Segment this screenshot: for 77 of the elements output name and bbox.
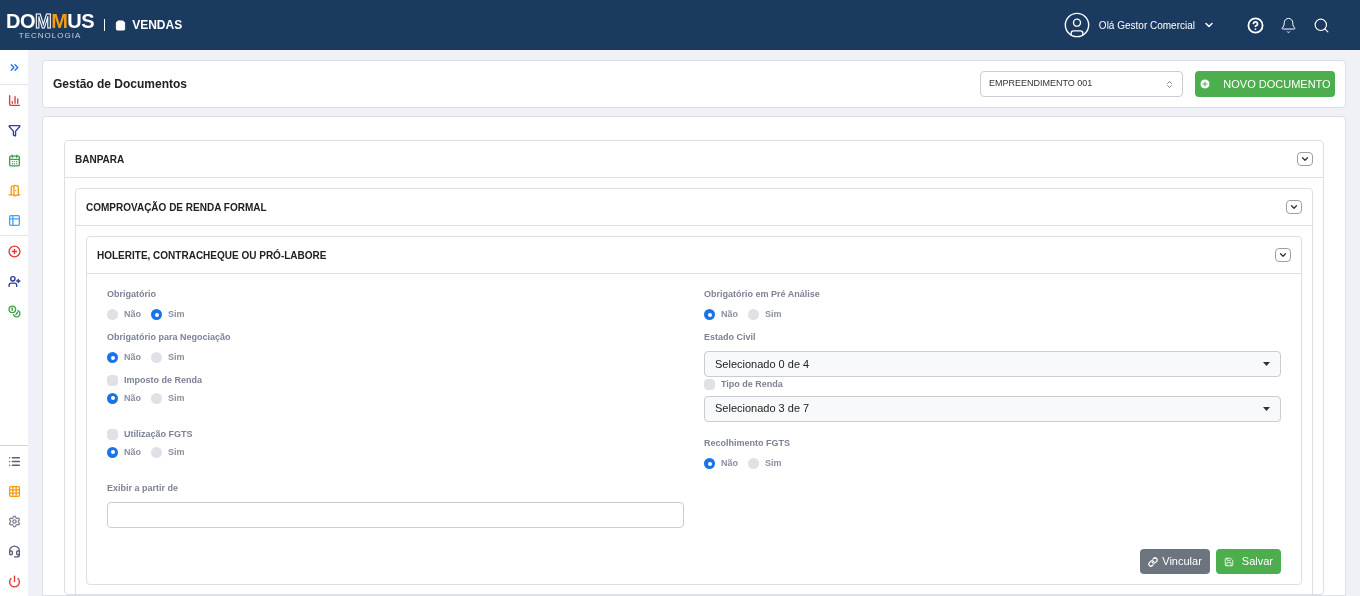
link-icon [1148,556,1159,567]
radio-label: Não [124,445,141,459]
table-icon[interactable] [7,213,21,227]
caret-icon [1263,362,1270,366]
radio-label: Sim [168,391,185,405]
radio-label: Sim [168,308,185,321]
radio-button[interactable] [107,446,118,458]
radio-label: Sim [168,445,185,459]
radio-button[interactable] [151,446,162,458]
radio-button[interactable] [107,309,118,321]
search-icon[interactable] [1313,16,1330,34]
list-icon[interactable] [7,454,21,468]
door-icon[interactable] [7,183,21,197]
radio-button[interactable] [151,352,162,364]
radio-label: Sim [765,308,782,321]
radio-button[interactable] [748,458,759,470]
collapse-button[interactable] [1297,152,1313,166]
chevron-icon [1289,202,1299,212]
checkbox[interactable] [107,429,118,441]
power-icon[interactable] [7,574,21,588]
grid-icon[interactable] [7,484,21,498]
page-title: Gestão de Documentos [53,76,188,93]
module-title: VENDAS [132,17,183,34]
user-plus-icon[interactable] [7,274,21,288]
radio-button[interactable] [748,309,759,321]
plus-circle-icon[interactable] [7,244,21,258]
panel-title: BANPARA [75,152,125,167]
radio-label: Não [124,308,141,321]
multi-select[interactable]: Selecionado 0 de 4 [704,351,1281,377]
bag-icon [115,19,127,31]
caret-icon [1263,406,1270,411]
field-label: Imposto de Renda [124,374,202,387]
radio-label: Sim [168,351,185,364]
collapse-button[interactable] [1275,248,1291,262]
help-icon[interactable] [1247,16,1264,34]
multi-select[interactable]: Selecionado 3 de 7 [704,395,1281,422]
radio-label: Sim [765,457,782,470]
chevron-icon [1278,250,1288,260]
field-label: Utilização FGTS [124,428,193,441]
chevron-icon [1300,154,1310,164]
radio-button[interactable] [704,458,715,470]
radio-label: Não [721,457,738,470]
plus-circle-icon [1199,78,1212,90]
calendar-icon[interactable] [7,153,21,167]
radio-button[interactable] [151,392,162,404]
radio-button[interactable] [107,352,118,364]
radio-label: Não [124,351,141,364]
radio-button[interactable] [704,309,715,321]
field-label: Obrigatório em Pré Análise [704,289,820,299]
radio-label: Não [124,391,141,405]
date-input[interactable] [107,502,684,528]
field-label: Obrigatório [107,289,156,299]
coins-icon[interactable] [7,304,21,318]
project-select[interactable]: EMPREENDIMENTO 001 [980,71,1183,97]
sort-caret-icon [1165,79,1174,89]
field-label: Obrigatório para Negociação [107,332,231,342]
radio-button[interactable] [107,392,118,404]
panel-title: HOLERITE, CONTRACHEQUE OU PRÓ-LABORE [97,248,327,263]
avatar-icon[interactable] [1062,11,1091,39]
headset-icon[interactable] [7,544,21,558]
field-label: Exibir a partir de [107,483,179,493]
link-button[interactable]: Vincular [1140,549,1210,574]
field-label: Tipo de Renda [721,378,783,391]
field-label: Estado Civil [704,332,756,342]
filter-icon[interactable] [7,123,21,137]
radio-label: Não [721,308,738,321]
field-label: Recolhimento FGTS [704,438,790,448]
radio-button[interactable] [151,309,162,321]
checkbox[interactable] [704,379,715,391]
bar-chart-icon[interactable] [7,93,21,107]
checkbox[interactable] [107,375,118,387]
collapse-button[interactable] [1286,200,1302,214]
panel-title: COMPROVAÇÃO DE RENDA FORMAL [86,200,267,215]
settings-icon[interactable] [7,514,21,528]
logo[interactable]: DOMMUS TECNOLOGIA [6,10,95,40]
user-greeting[interactable]: Olá Gestor Comercial [1098,17,1195,33]
bell-icon[interactable] [1280,16,1297,34]
